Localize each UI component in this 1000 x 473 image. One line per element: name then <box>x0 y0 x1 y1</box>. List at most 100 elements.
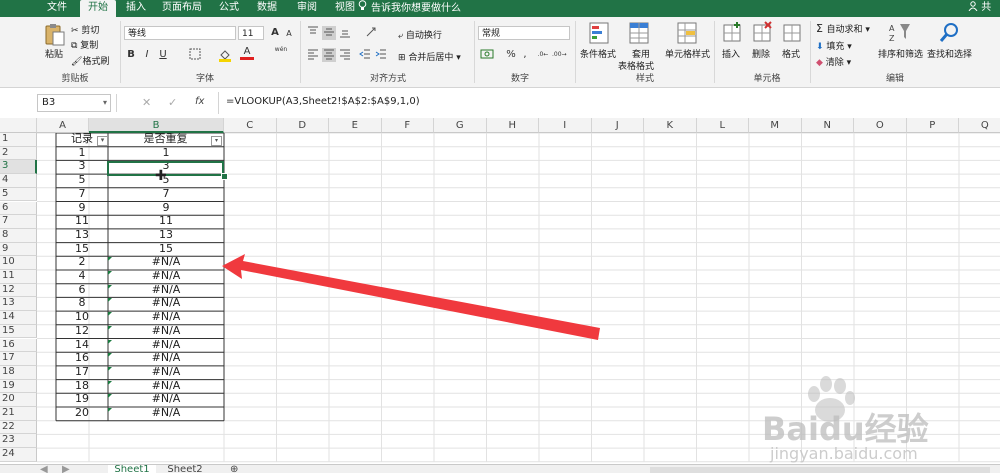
comma-button[interactable]: , <box>518 48 532 62</box>
svg-text:Z: Z <box>889 34 895 43</box>
ribbon: 粘贴 ✂ 剪切 ⧉ 复制 🖌格式刷 剪贴板 等线 11 A A B I U A … <box>0 17 1000 88</box>
sigma-icon: Σ <box>816 22 827 35</box>
sort-filter-icon[interactable]: AZ <box>888 21 910 43</box>
underline-button[interactable]: U <box>156 48 170 62</box>
tell-me-search[interactable]: 告诉我你想要做什么 <box>358 0 461 17</box>
share-button[interactable]: 共 <box>968 0 991 17</box>
user-icon <box>968 1 978 12</box>
tab-insert[interactable]: 插入 <box>120 0 152 17</box>
name-box[interactable]: B3 ▾ <box>37 94 111 112</box>
eraser-icon: ◆ <box>816 58 826 68</box>
currency-icon[interactable] <box>480 48 494 62</box>
format-cells-icon[interactable] <box>782 21 804 43</box>
lightbulb-icon <box>358 0 367 17</box>
align-center-icon[interactable] <box>322 48 336 62</box>
editing-group-label: 编辑 <box>885 74 904 84</box>
ribbon-divider <box>300 21 301 83</box>
font-group-label: 字体 <box>195 74 214 84</box>
grow-font-button[interactable]: A <box>268 26 282 40</box>
insert-cells-button[interactable]: 插入 <box>722 47 740 60</box>
autosum-button[interactable]: Σ 自动求和 ▾ <box>816 22 870 35</box>
baidu-watermark: Baidu经验 jingyan.baidu.com <box>740 374 1000 464</box>
number-group-label: 数字 <box>510 74 529 84</box>
formula-input[interactable]: =VLOOKUP(A3,Sheet2!$A$2:$A$9,1,0) <box>226 96 420 107</box>
tab-data[interactable]: 数据 <box>250 0 284 17</box>
tab-page-layout[interactable]: 页面布局 <box>157 0 207 17</box>
bold-button[interactable]: B <box>124 48 138 62</box>
tab-file[interactable]: 文件 <box>40 0 74 17</box>
shrink-font-button[interactable]: A <box>282 27 296 41</box>
conditional-format-button[interactable]: 条件格式 <box>580 47 616 60</box>
scissors-icon: ✂ <box>71 26 82 36</box>
merge-center-button[interactable]: ⊞ 合并后居中 ▾ <box>398 50 461 63</box>
borders-icon[interactable] <box>188 48 202 62</box>
brush-icon: 🖌 <box>71 57 83 67</box>
fill-down-icon: ⬇ <box>816 42 827 52</box>
styles-group-label: 样式 <box>635 74 654 84</box>
ribbon-divider <box>714 21 715 83</box>
find-select-button[interactable]: 查找和选择 <box>927 47 972 60</box>
decrease-indent-icon[interactable] <box>358 48 372 62</box>
ribbon-divider <box>575 21 576 83</box>
alignment-group-label: 对齐方式 <box>369 74 406 84</box>
wrap-text-button[interactable]: ⤶ 自动换行 <box>398 28 442 41</box>
search-hint: 告诉我你想要做什么 <box>371 3 461 14</box>
fill-color-icon[interactable] <box>218 48 232 62</box>
delete-cells-button[interactable]: 删除 <box>752 47 770 60</box>
cells-group-label: 单元格 <box>753 74 781 84</box>
format-cells-button[interactable]: 格式 <box>782 47 800 60</box>
font-color-button[interactable]: A <box>240 46 254 60</box>
worksheet-grid[interactable]: ABCDEFGHIJKLMNOPQ 1 2 3 4 5 6 7 8 9 10 11 12 13 14 15 1… <box>0 118 1000 464</box>
clipboard-group-label: 剪贴板 <box>61 74 89 84</box>
increase-indent-icon[interactable] <box>374 48 388 62</box>
cancel-icon[interactable]: ✕ <box>142 96 151 109</box>
percent-button[interactable]: % <box>504 48 518 62</box>
decrease-decimal-icon[interactable]: .00→ <box>552 48 567 62</box>
number-format-dropdown[interactable]: 常规 <box>478 26 570 40</box>
conditional-format-icon[interactable] <box>588 21 610 44</box>
clear-button[interactable]: ◆ 清除 ▾ <box>816 55 851 68</box>
tab-formulas[interactable]: 公式 <box>212 0 246 17</box>
italic-button[interactable]: I <box>140 48 154 62</box>
formula-divider <box>218 92 219 114</box>
align-middle-icon[interactable] <box>322 26 336 40</box>
ribbon-tab-bar: 文件 开始 插入 页面布局 公式 数据 审阅 视图 告诉我你想要做什么 共 <box>0 0 1000 17</box>
font-size-dropdown[interactable]: 11 <box>238 26 264 40</box>
ribbon-divider <box>810 21 811 83</box>
merge-icon: ⊞ <box>398 53 409 63</box>
wrap-text-icon: ⤶ <box>398 31 406 41</box>
watermark-url: jingyan.baidu.com <box>770 444 918 463</box>
tab-review[interactable]: 审阅 <box>290 0 324 17</box>
align-top-icon[interactable] <box>306 26 320 40</box>
align-right-icon[interactable] <box>338 48 352 62</box>
align-left-icon[interactable] <box>306 48 320 62</box>
svg-text:A: A <box>889 24 895 33</box>
copy-button[interactable]: ⧉ 复制 <box>71 38 98 51</box>
insert-cells-icon[interactable] <box>722 21 744 43</box>
cut-button[interactable]: ✂ 剪切 <box>71 23 99 36</box>
fill-button[interactable]: ⬇ 填充 ▾ <box>816 39 852 52</box>
orientation-icon[interactable] <box>364 26 378 40</box>
horizontal-scrollbar[interactable] <box>650 467 990 473</box>
format-as-table-icon[interactable] <box>628 21 650 44</box>
sort-filter-button[interactable]: 排序和筛选 <box>878 47 923 60</box>
formula-divider <box>116 94 117 112</box>
delete-cells-icon[interactable] <box>752 21 774 43</box>
chevron-down-icon: ▾ <box>102 98 107 107</box>
align-bottom-icon[interactable] <box>338 26 352 40</box>
tab-home[interactable]: 开始 <box>80 0 116 17</box>
increase-decimal-icon[interactable]: .0← <box>536 48 550 62</box>
cell-styles-icon[interactable] <box>676 21 698 44</box>
paste-button[interactable]: 粘贴 <box>45 47 63 60</box>
cell-styles-button[interactable]: 单元格样式 <box>665 47 710 60</box>
enter-icon[interactable]: ✓ <box>168 96 177 109</box>
ribbon-divider <box>120 21 121 83</box>
paste-icon[interactable] <box>44 23 66 46</box>
format-painter-button[interactable]: 🖌格式刷 <box>71 54 109 67</box>
phonetic-button[interactable]: wén <box>274 46 288 60</box>
find-select-icon[interactable] <box>938 21 960 43</box>
tab-view[interactable]: 视图 <box>328 0 362 17</box>
insert-function-button[interactable]: fx <box>195 96 204 107</box>
font-name-dropdown[interactable]: 等线 <box>124 26 236 40</box>
ribbon-divider <box>474 21 475 83</box>
